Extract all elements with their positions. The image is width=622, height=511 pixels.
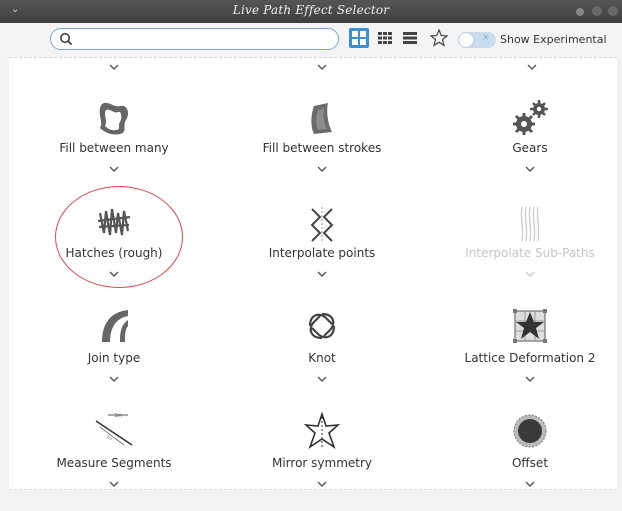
close-button[interactable] (608, 6, 618, 16)
effect-fill-between-many[interactable]: Fill between many (14, 88, 214, 183)
effect-label: Knot (308, 351, 336, 365)
join-type-icon (102, 310, 128, 342)
list-icon (403, 32, 417, 44)
search-icon (60, 33, 73, 46)
effect-label: Mirror symmetry (271, 456, 373, 470)
favorites-button[interactable] (429, 28, 449, 48)
effect-label: Fill between many (59, 141, 169, 155)
list-view-button[interactable] (400, 28, 420, 48)
chevron-down-icon[interactable] (314, 269, 330, 279)
chevron-down-icon[interactable] (524, 62, 540, 72)
interpolate-points-icon (310, 207, 334, 242)
effect-label: Lattice Deformation 2 (464, 351, 596, 365)
search-input[interactable] (75, 31, 325, 47)
show-experimental-toggle[interactable]: × (458, 32, 496, 48)
effect-lattice-deformation-2[interactable]: Lattice Deformation 2 (430, 298, 622, 393)
chevron-down-icon[interactable] (314, 374, 330, 384)
knot-icon (308, 312, 336, 340)
svg-text:2m: 2m (105, 434, 113, 442)
large-grid-view-button[interactable] (349, 28, 369, 48)
chevron-down-icon[interactable] (522, 479, 538, 489)
chevron-down-icon[interactable] (314, 164, 330, 174)
grid-bottom-divider (9, 489, 617, 490)
search-box[interactable] (50, 28, 339, 50)
effect-fill-between-strokes[interactable]: Fill between strokes (222, 88, 422, 183)
effect-label: Offset (511, 456, 549, 470)
chevron-down-icon[interactable] (522, 374, 538, 384)
show-experimental-label: Show Experimental (500, 33, 607, 46)
effect-interpolate-points[interactable]: Interpolate points (222, 193, 422, 288)
effect-label: Measure Segments (56, 456, 172, 470)
effect-label: Interpolate Sub-Paths (465, 246, 595, 260)
toggle-off-icon: × (482, 33, 490, 43)
gears-icon (513, 100, 548, 135)
offset-icon (513, 414, 547, 448)
large-grid-icon (352, 31, 366, 45)
fill-between-strokes-icon (311, 103, 332, 134)
chevron-down-icon[interactable] (314, 479, 330, 489)
effect-knot[interactable]: Knot (222, 298, 422, 393)
window-title: Live Path Effect Selector (232, 3, 390, 17)
chevron-down-icon[interactable] (106, 164, 122, 174)
maximize-button[interactable] (592, 6, 602, 16)
lattice-deformation-icon (513, 309, 547, 343)
interpolate-sub-paths-icon (520, 206, 540, 242)
effect-interpolate-sub-paths: Interpolate Sub-Paths (430, 193, 622, 288)
effect-gears[interactable]: Gears (430, 88, 622, 183)
chevron-down-icon[interactable] (106, 479, 122, 489)
effect-join-type[interactable]: Join type (14, 298, 214, 393)
effect-label: Fill between strokes (262, 141, 382, 155)
toggle-knob (459, 33, 473, 47)
mirror-symmetry-icon (303, 411, 341, 450)
title-bar: ⌄ Live Path Effect Selector (0, 0, 622, 23)
chevron-down-icon (525, 271, 535, 277)
measure-segments-icon: 3m 2m (95, 413, 133, 446)
chevron-down-icon[interactable] (522, 164, 538, 174)
small-grid-view-button[interactable] (375, 28, 395, 48)
effect-label: Gears (512, 141, 548, 155)
effect-measure-segments[interactable]: 3m 2m Measure Segments (14, 403, 214, 498)
effect-label: Interpolate points (268, 246, 376, 260)
effect-offset[interactable]: Offset (430, 403, 622, 498)
svg-text:3m: 3m (114, 413, 122, 419)
toolbar: × Show Experimental (0, 23, 622, 57)
fill-between-many-icon (99, 102, 128, 135)
highlight-circle (55, 186, 183, 288)
chevron-down-icon[interactable] (314, 62, 330, 72)
chevron-down-icon[interactable] (106, 374, 122, 384)
star-icon (429, 28, 449, 47)
effect-mirror-symmetry[interactable]: Mirror symmetry (222, 403, 422, 498)
small-grid-icon (378, 32, 392, 44)
effect-label: Join type (87, 351, 141, 365)
minimize-button[interactable] (576, 8, 584, 16)
chevron-down-icon[interactable] (106, 62, 122, 72)
